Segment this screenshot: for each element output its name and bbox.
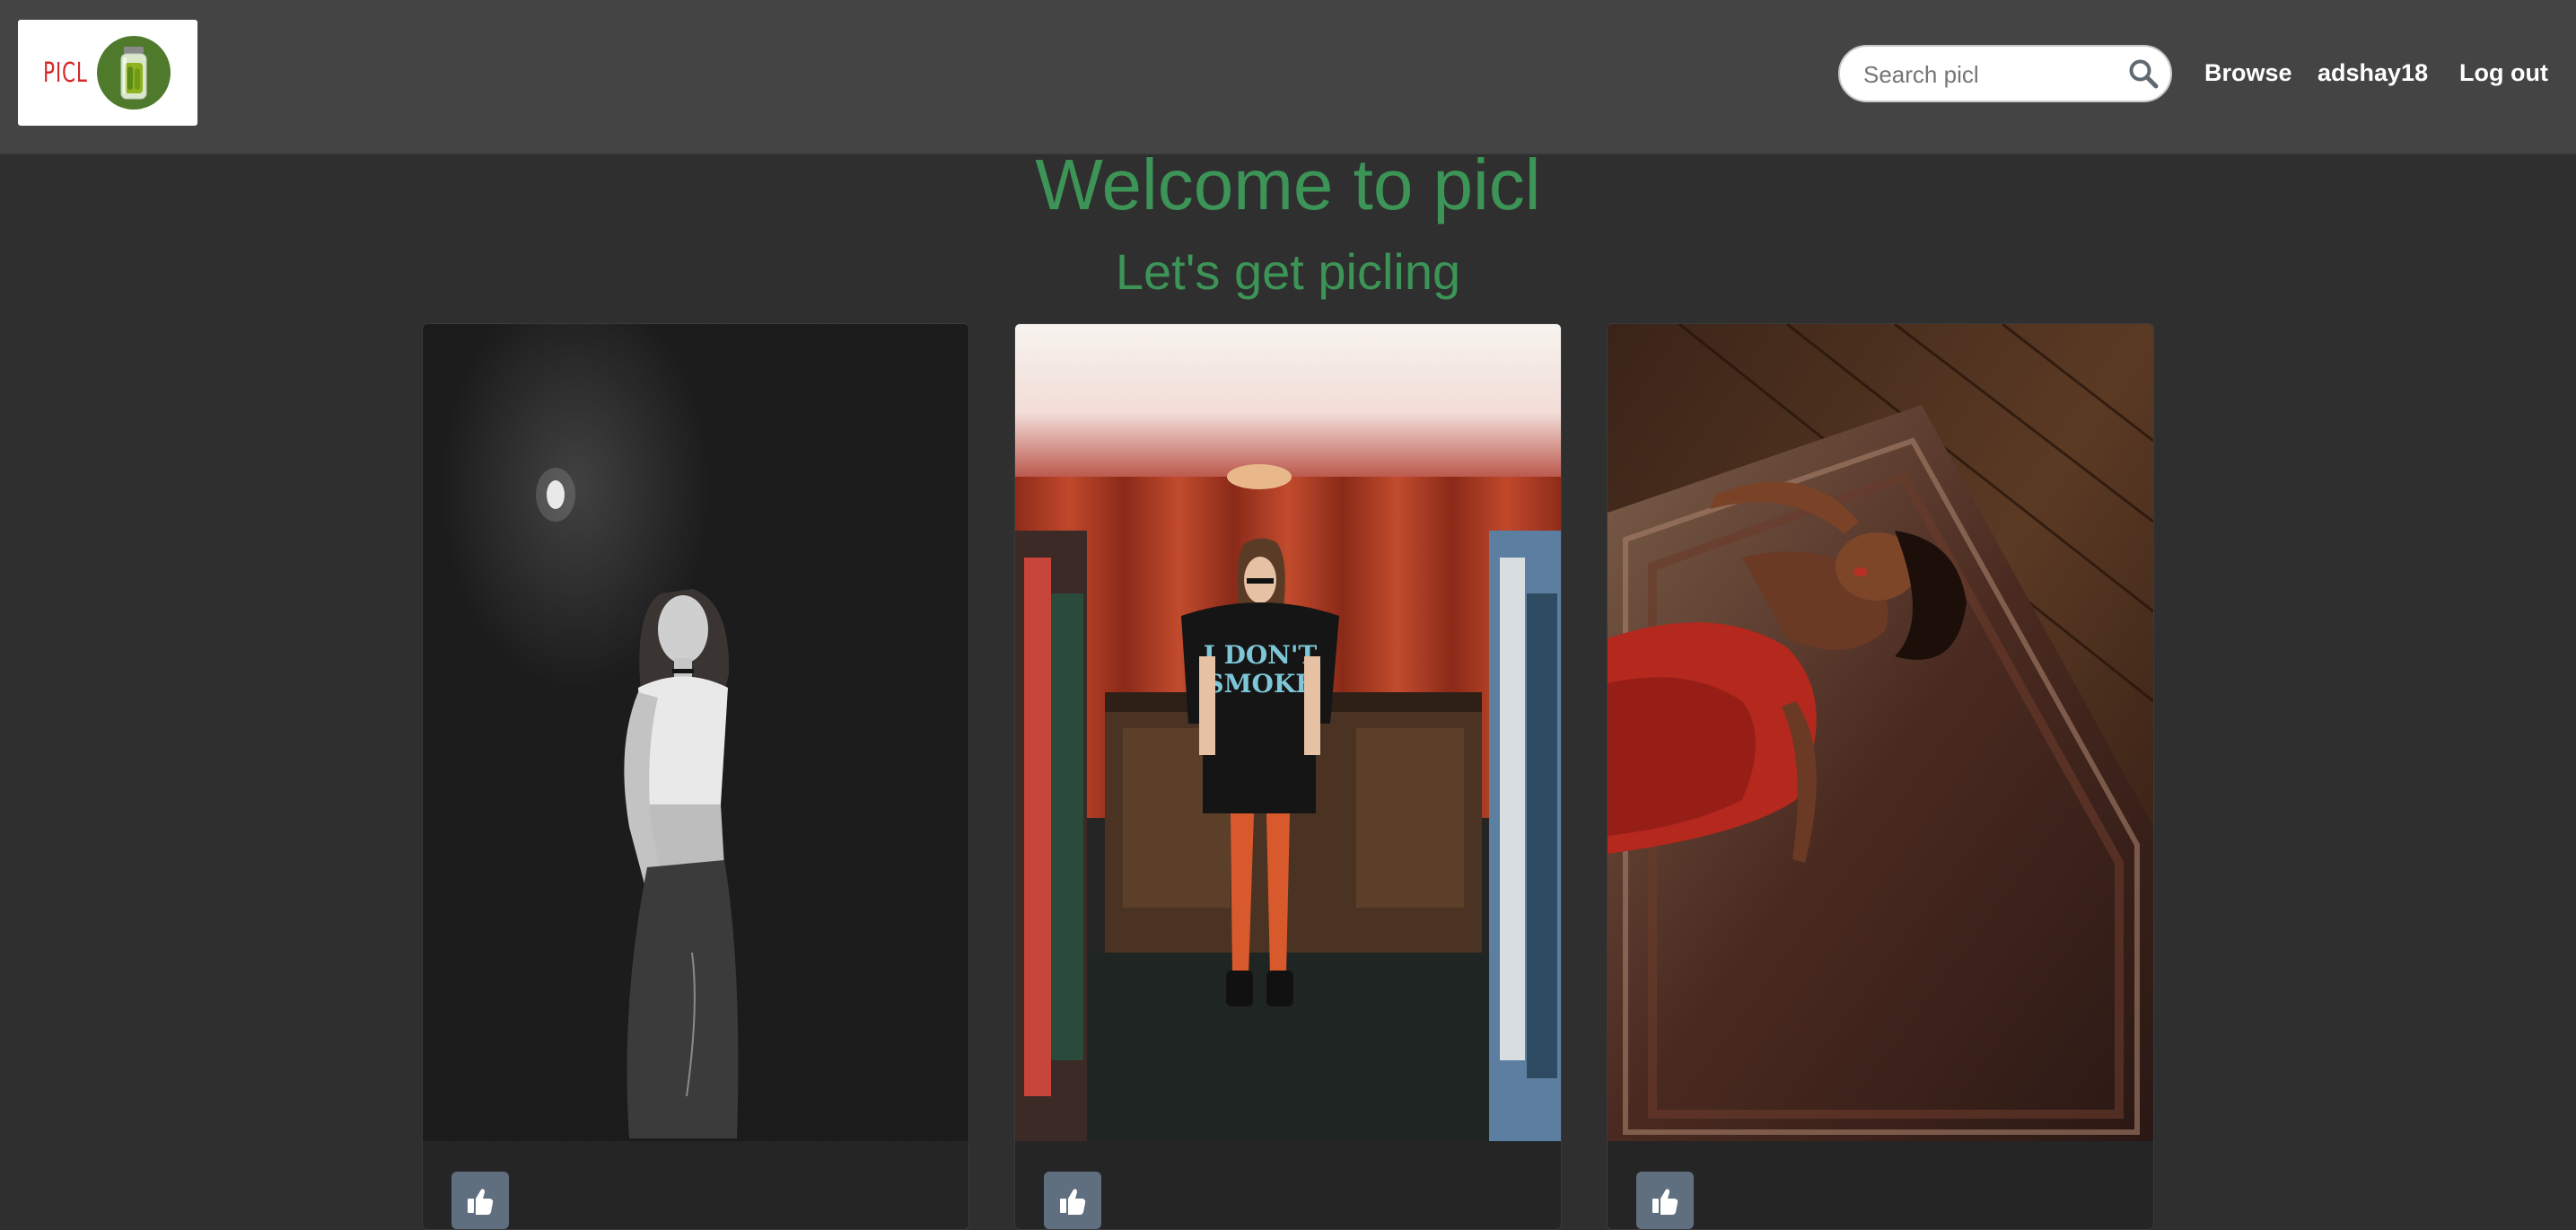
shirt-print-line1: I DON'T — [1204, 640, 1318, 670]
nav-browse-link[interactable]: Browse — [2204, 59, 2292, 87]
nav-logout-link[interactable]: Log out — [2459, 59, 2548, 87]
thumbs-up-icon — [1652, 1189, 1678, 1215]
search-form — [1838, 45, 2172, 102]
photo-image[interactable] — [423, 324, 968, 1141]
photo-card — [1607, 323, 2154, 1230]
thumbs-up-icon — [1060, 1189, 1086, 1215]
like-button[interactable] — [1636, 1172, 1694, 1229]
photo-card — [422, 323, 969, 1230]
shirt-print-line2: SMOKE — [1205, 669, 1314, 698]
logo-wordmark: PICL — [43, 57, 88, 89]
page-title: Welcome to picl — [1035, 145, 1541, 224]
photo-image[interactable]: I DON'T SMOKE — [1015, 324, 1561, 1141]
like-button[interactable] — [451, 1172, 509, 1229]
page-subtitle: Let's get picling — [1115, 243, 1461, 300]
thumbs-up-icon — [468, 1189, 494, 1215]
top-navbar: PICL Browse adshay18 Log out — [0, 0, 2576, 154]
photo-image[interactable] — [1608, 324, 2153, 1141]
search-icon[interactable] — [2127, 57, 2160, 90]
home-logo-link[interactable]: PICL — [18, 20, 197, 126]
photo-card: I DON'T SMOKE — [1014, 323, 1562, 1230]
pickle-jar-icon — [97, 36, 171, 110]
nav-profile-link[interactable]: adshay18 — [2318, 59, 2428, 87]
like-button[interactable] — [1044, 1172, 1101, 1229]
search-input[interactable] — [1862, 56, 2107, 93]
